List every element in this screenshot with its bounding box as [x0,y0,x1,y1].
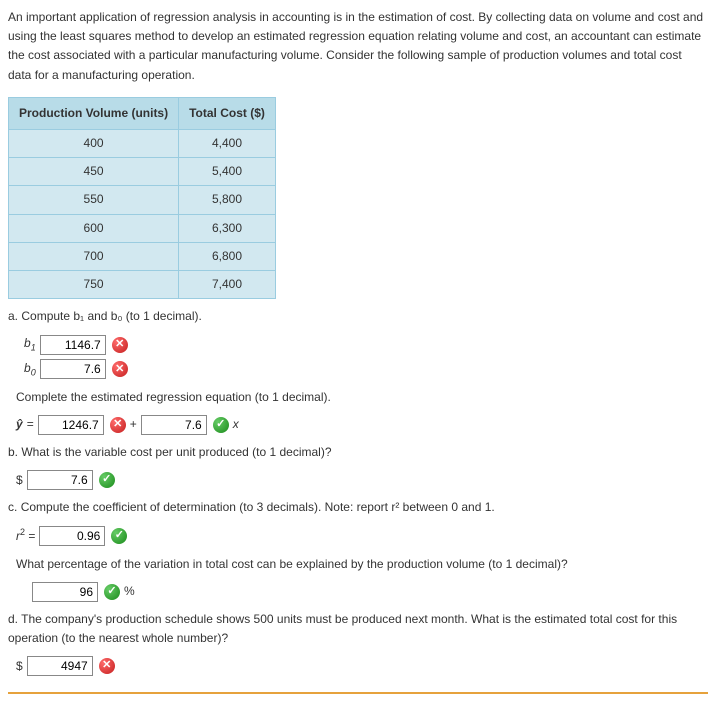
table-row: 7006,800 [9,242,276,270]
table-row: 4505,400 [9,158,276,186]
wrong-icon [112,337,128,353]
correct-icon [213,417,229,433]
question-text: Compute the coefficient of determination… [21,500,495,514]
question-c: c. Compute the coefficient of determinat… [8,498,708,517]
cell: 450 [9,158,179,186]
b1-label: b1 [24,334,36,355]
slope-input[interactable] [141,415,207,435]
table-row: 5505,800 [9,186,276,214]
table-row: 4004,400 [9,129,276,157]
b0-input[interactable] [40,359,106,379]
col-header-volume: Production Volume (units) [9,97,179,129]
question-label: c. [8,500,17,514]
cell: 700 [9,242,179,270]
b0-label: b0 [24,359,36,380]
col-header-cost: Total Cost ($) [179,97,276,129]
question-label: b. [8,445,18,459]
pct-prompt: What percentage of the variation in tota… [16,555,708,574]
question-d: d. The company's production schedule sho… [8,610,708,648]
bottom-rule [8,692,708,694]
cell: 600 [9,214,179,242]
table-row: 6006,300 [9,214,276,242]
cell: 6,300 [179,214,276,242]
data-table: Production Volume (units) Total Cost ($)… [8,97,276,299]
question-text: The company's production schedule shows … [8,612,677,645]
question-a: a. Compute b₁ and b₀ (to 1 decimal). [8,307,708,326]
plus-sign: + [130,415,137,434]
cell: 4,400 [179,129,276,157]
r2-label: r2 = [16,525,35,546]
dollar-prefix: $ [16,657,23,676]
question-label: d. [8,612,18,626]
wrong-icon [110,417,126,433]
x-label: x [233,415,239,434]
dollar-prefix: $ [16,471,23,490]
correct-icon [99,472,115,488]
cell: 750 [9,270,179,298]
equation-prompt: Complete the estimated regression equati… [16,388,708,407]
wrong-icon [112,361,128,377]
b1-input[interactable] [40,335,106,355]
question-text: Compute b₁ and b₀ (to 1 decimal). [21,309,201,323]
cell: 7,400 [179,270,276,298]
cell: 550 [9,186,179,214]
equals-sign: = [27,415,34,434]
pct-input[interactable] [32,582,98,602]
table-row: 7507,400 [9,270,276,298]
cell: 400 [9,129,179,157]
cell: 6,800 [179,242,276,270]
question-label: a. [8,309,18,323]
correct-icon [104,584,120,600]
pct-suffix: % [124,582,135,601]
intro-paragraph: An important application of regression a… [8,8,708,85]
question-text: What is the variable cost per unit produ… [21,445,331,459]
total-cost-input[interactable] [27,656,93,676]
variable-cost-input[interactable] [27,470,93,490]
wrong-icon [99,658,115,674]
correct-icon [111,528,127,544]
yhat-label: ŷ [16,415,23,434]
r2-input[interactable] [39,526,105,546]
cell: 5,400 [179,158,276,186]
question-b: b. What is the variable cost per unit pr… [8,443,708,462]
intercept-input[interactable] [38,415,104,435]
cell: 5,800 [179,186,276,214]
